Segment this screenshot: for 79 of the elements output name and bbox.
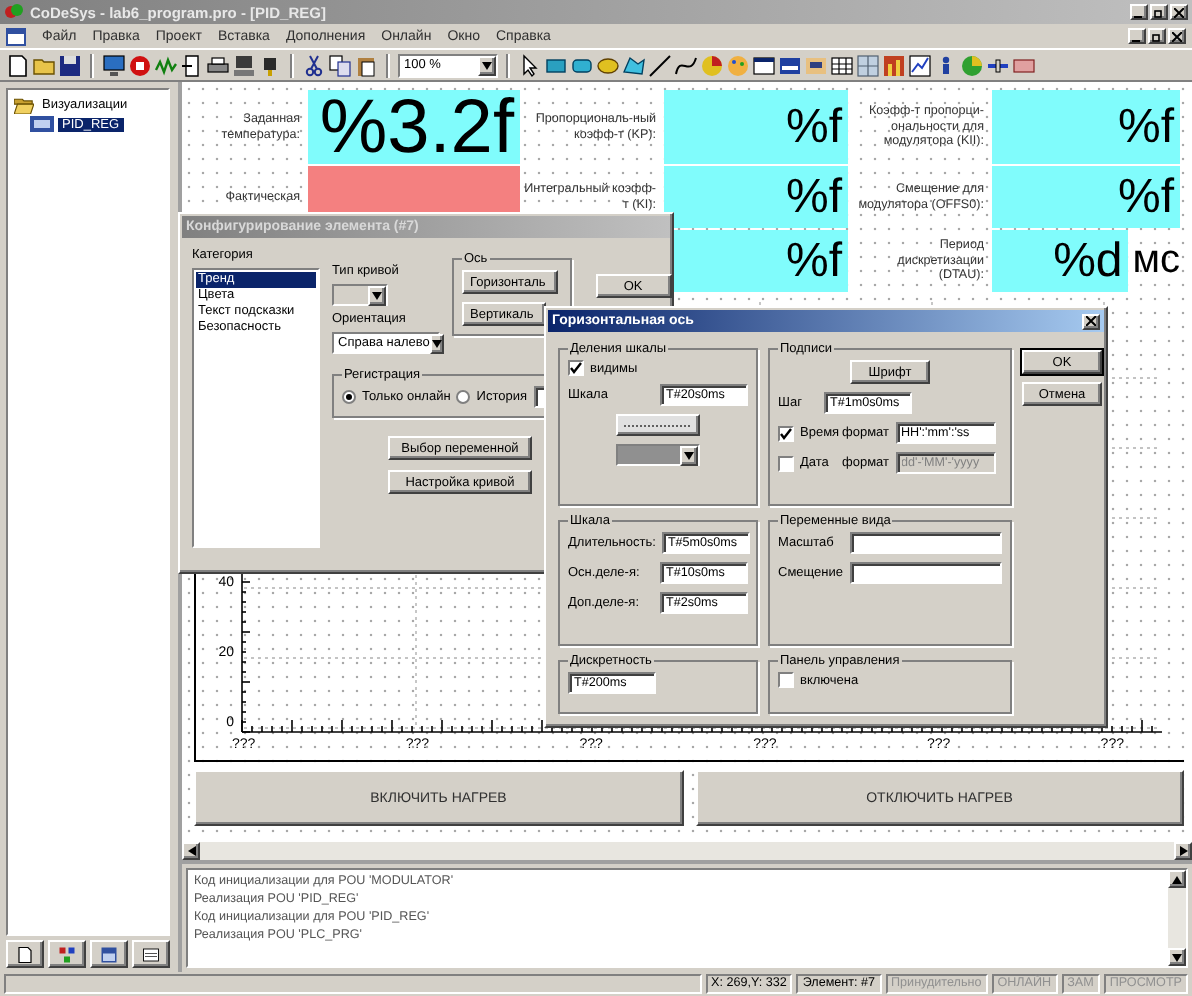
button-icon[interactable] [1012, 53, 1036, 77]
window-icon[interactable] [752, 53, 776, 77]
close-icon [1086, 316, 1096, 326]
caret-icon [372, 291, 382, 299]
scroll-up-button[interactable] [1168, 870, 1186, 888]
visualization-icon [98, 945, 120, 963]
dotted-line-icon [624, 423, 692, 427]
radio-button[interactable] [342, 390, 356, 404]
rectangle-icon[interactable] [544, 53, 568, 77]
line-style-preview[interactable] [616, 414, 700, 436]
export-icon[interactable] [180, 53, 204, 77]
close-button[interactable] [1168, 28, 1186, 44]
value-display: %f [664, 90, 848, 164]
visualization-icon [30, 116, 54, 132]
scissors-icon[interactable] [302, 53, 326, 77]
panel-tab[interactable] [6, 940, 44, 968]
checkbox[interactable] [778, 425, 794, 441]
restore-icon [1152, 31, 1162, 41]
trend-icon[interactable] [908, 53, 932, 77]
panel-tab[interactable] [132, 940, 170, 968]
input-field[interactable] [850, 532, 1002, 554]
value-display: %f [992, 90, 1180, 164]
computer-icon[interactable] [232, 53, 256, 77]
document-icon [16, 945, 34, 963]
caret-icon [431, 339, 442, 347]
maximize-button[interactable] [1150, 4, 1168, 20]
checkbox[interactable] [778, 455, 794, 471]
input-field[interactable] [850, 562, 1002, 584]
close-icon [1172, 31, 1182, 41]
scroll-left-button[interactable] [182, 842, 200, 860]
right-arrow-icon [1179, 846, 1187, 856]
blocks-icon [56, 945, 78, 963]
minimize-button[interactable] [1130, 4, 1148, 20]
app-logo-icon [4, 2, 24, 22]
copy-icon[interactable] [328, 53, 352, 77]
checkbox[interactable] [778, 672, 794, 688]
polygon-icon[interactable] [622, 53, 646, 77]
curve-icon[interactable] [674, 53, 698, 77]
down-arrow-icon [1172, 953, 1182, 961]
histogram-icon[interactable] [882, 53, 906, 77]
maximize-button[interactable] [1148, 28, 1166, 44]
checkbox[interactable] [568, 360, 584, 376]
color-dropdown[interactable] [616, 444, 700, 466]
ellipse-icon[interactable] [596, 53, 620, 77]
monitor-icon[interactable] [102, 53, 126, 77]
panel-icon[interactable] [778, 53, 802, 77]
plug-icon[interactable] [258, 53, 282, 77]
scroll-down-button[interactable] [1168, 948, 1186, 966]
panel-tab[interactable] [48, 940, 86, 968]
slider-icon[interactable] [986, 53, 1010, 77]
value-display: %d [992, 230, 1129, 292]
minimize-button[interactable] [1128, 28, 1146, 44]
value-display: %f [664, 166, 848, 228]
clipboard-icon[interactable] [354, 53, 378, 77]
caret-icon [482, 61, 492, 69]
table-icon[interactable] [830, 53, 854, 77]
gauge-icon[interactable] [804, 53, 828, 77]
value-display: %3.2f [308, 90, 520, 164]
close-button[interactable] [1170, 4, 1188, 20]
open-folder-icon[interactable] [14, 96, 34, 114]
radio-button[interactable] [456, 390, 471, 404]
close-icon [1174, 7, 1184, 17]
close-button[interactable] [1082, 313, 1100, 329]
left-arrow-icon [187, 846, 195, 856]
printer-icon[interactable] [206, 53, 230, 77]
stop-icon[interactable] [128, 53, 152, 77]
value-display: %f [992, 166, 1180, 228]
document-icon[interactable] [6, 53, 30, 77]
unit-label: мс [1132, 238, 1180, 284]
rounded-rectangle-icon[interactable] [570, 53, 594, 77]
resources-icon [140, 945, 162, 963]
line-icon[interactable] [648, 53, 672, 77]
up-arrow-icon [1172, 875, 1182, 883]
panel-tab[interactable] [90, 940, 128, 968]
pie-icon[interactable] [700, 53, 724, 77]
restore-icon [1154, 7, 1164, 17]
scroll-right-button[interactable] [1174, 842, 1192, 860]
pointer-icon[interactable] [518, 53, 542, 77]
caret-icon [684, 452, 694, 460]
